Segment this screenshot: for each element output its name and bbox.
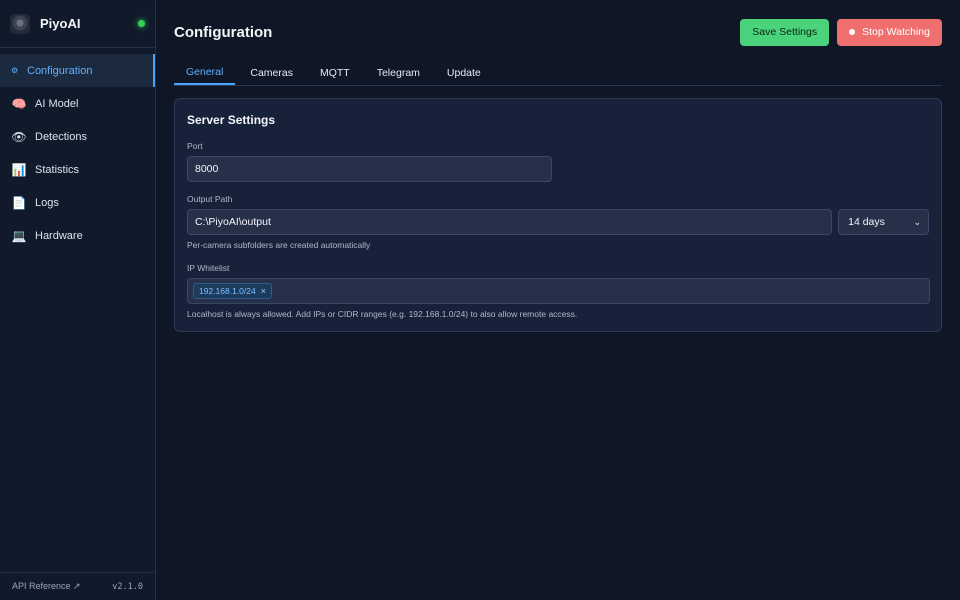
- port-label: Port: [187, 141, 203, 151]
- stop-watching-label: Stop Watching: [862, 26, 930, 38]
- sidebar-item-logs[interactable]: 📄 Logs: [0, 186, 155, 219]
- brand: PiyoAI: [0, 0, 155, 48]
- sidebar-item-hardware[interactable]: 💻 Hardware: [0, 219, 155, 252]
- record-dot-icon: [849, 29, 856, 35]
- tab-cameras[interactable]: Cameras: [238, 60, 305, 85]
- ip-whitelist-input[interactable]: 192.168.1.0/24 ×: [187, 278, 930, 304]
- sidebar-item-label: AI Model: [35, 97, 79, 110]
- tab-bar: General Cameras MQTT Telegram Update: [174, 60, 942, 86]
- api-reference-link[interactable]: API Reference ↗: [12, 581, 81, 592]
- page-header: Configuration Save Settings Stop Watchin…: [174, 18, 942, 46]
- brain-icon: 🧠: [11, 96, 27, 111]
- output-path-input[interactable]: C:\PiyoAI\output: [187, 209, 833, 235]
- sidebar-item-ai-model[interactable]: 🧠 AI Model: [0, 87, 155, 120]
- version-label: v2.1.0: [112, 581, 143, 592]
- page-title: Configuration: [174, 23, 273, 41]
- save-settings-button[interactable]: Save Settings: [740, 18, 830, 46]
- app-name: PiyoAI: [40, 16, 81, 31]
- sidebar-item-statistics[interactable]: 📊 Statistics: [0, 153, 155, 186]
- ip-tag-label: 192.168.1.0/24: [199, 286, 256, 296]
- tab-general[interactable]: General: [174, 60, 236, 85]
- sidebar-nav: ⚙ Configuration 🧠 AI Model 👁 Detections …: [0, 48, 155, 252]
- retention-value: 14 days: [848, 216, 885, 228]
- bar-chart-icon: 📊: [11, 162, 27, 177]
- output-path-row: C:\PiyoAI\output 14 days ⌄: [187, 209, 929, 235]
- tab-telegram[interactable]: Telegram: [365, 60, 432, 85]
- ip-tag: 192.168.1.0/24 ×: [193, 283, 272, 299]
- tab-mqtt[interactable]: MQTT: [308, 60, 362, 85]
- sidebar-item-label: Hardware: [35, 229, 83, 242]
- card-title: Server Settings: [187, 113, 276, 127]
- sidebar-item-label: Configuration: [27, 64, 93, 77]
- status-indicator-icon: [138, 20, 145, 27]
- stop-watching-button[interactable]: Stop Watching: [837, 18, 942, 46]
- sidebar-item-configuration[interactable]: ⚙ Configuration: [0, 54, 155, 87]
- chevron-down-icon: ⌄: [913, 216, 921, 227]
- sidebar-footer: API Reference ↗ v2.1.0: [0, 572, 155, 600]
- remove-tag-icon[interactable]: ×: [261, 286, 266, 296]
- retention-select[interactable]: 14 days ⌄: [838, 209, 929, 235]
- ip-whitelist-label: IP Whitelist: [187, 263, 230, 273]
- port-input[interactable]: 8000: [187, 156, 552, 182]
- document-icon: 📄: [11, 195, 27, 210]
- sidebar-item-label: Statistics: [35, 163, 80, 176]
- laptop-icon: 💻: [11, 228, 27, 243]
- gear-icon: ⚙: [11, 66, 19, 75]
- output-path-hint: Per-camera subfolders are created automa…: [187, 240, 371, 250]
- sidebar-item-label: Logs: [35, 196, 59, 209]
- sidebar-item-detections[interactable]: 👁 Detections: [0, 120, 155, 153]
- eye-icon: 👁: [11, 129, 27, 144]
- logo-icon: [10, 13, 30, 34]
- sidebar-item-label: Detections: [35, 130, 87, 143]
- sidebar: PiyoAI ⚙ Configuration 🧠 AI Model 👁 Dete…: [0, 0, 156, 600]
- app-window: PiyoAI ⚙ Configuration 🧠 AI Model 👁 Dete…: [0, 0, 960, 600]
- server-settings-card: Server Settings Port 8000 Output Path C:…: [174, 98, 942, 332]
- ip-whitelist-hint: Localhost is always allowed. Add IPs or …: [187, 309, 578, 319]
- output-path-label: Output Path: [187, 194, 233, 204]
- tab-update[interactable]: Update: [435, 60, 493, 85]
- main-content: Configuration Save Settings Stop Watchin…: [156, 0, 960, 600]
